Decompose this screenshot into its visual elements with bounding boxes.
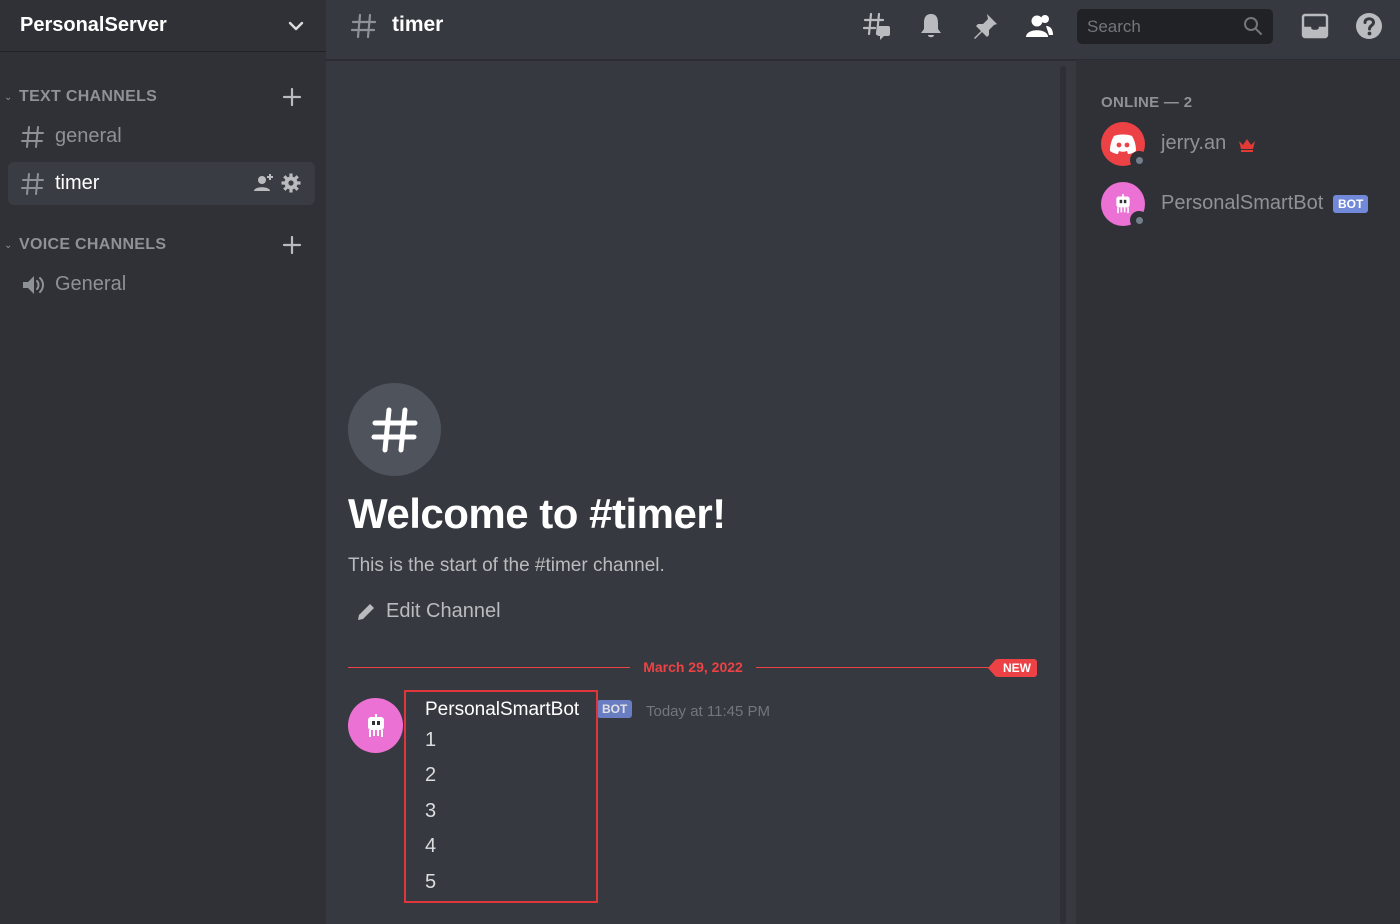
gear-icon[interactable] (280, 172, 302, 194)
member-item[interactable]: jerry.an (1101, 122, 1391, 169)
channel-label: general (55, 125, 122, 147)
member-group-heading: ONLINE — 2 (1101, 94, 1193, 111)
channel-welcome-icon (348, 383, 441, 476)
speaker-icon (23, 275, 44, 294)
status-indicator (1130, 151, 1148, 169)
member-name: PersonalSmartBot (1161, 192, 1324, 214)
search-icon (1244, 17, 1262, 35)
bot-tag: BOT (597, 700, 633, 718)
channel-label: timer (55, 172, 100, 194)
chat-scrollbar[interactable] (1060, 66, 1066, 924)
category-voice-channels[interactable]: ⌄ VOICE CHANNELS (0, 233, 326, 257)
channel-label: General (55, 273, 127, 295)
create-invite-icon[interactable] (253, 172, 275, 194)
hashtag-icon (350, 13, 377, 39)
chevron-down-icon[interactable] (286, 16, 306, 36)
new-messages-divider (756, 667, 990, 668)
hashtag-icon (371, 407, 417, 452)
message-timestamp: Today at 11:45 PM (646, 703, 770, 720)
threads-icon[interactable] (862, 11, 892, 41)
member-list-icon[interactable] (1024, 11, 1054, 41)
category-text-channels[interactable]: ⌄ TEXT CHANNELS (0, 85, 326, 109)
welcome-subtitle: This is the start of the #timer channel. (348, 555, 665, 576)
search-input[interactable]: Search (1077, 9, 1273, 44)
channel-general[interactable]: general (8, 115, 315, 158)
category-label: TEXT CHANNELS (19, 88, 158, 105)
category-label: VOICE CHANNELS (19, 236, 167, 253)
edit-channel-label: Edit Channel (386, 600, 501, 622)
hashtag-icon (21, 125, 44, 148)
help-icon[interactable] (1354, 11, 1384, 41)
channel-header: timer Search (326, 0, 1400, 60)
bell-icon[interactable] (916, 11, 946, 41)
edit-channel-button[interactable]: Edit Channel (356, 600, 501, 623)
channel-title: timer (392, 13, 444, 36)
highlight-annotation-box (404, 690, 598, 903)
member-item[interactable]: PersonalSmartBot BOT (1101, 182, 1391, 229)
divider-date: March 29, 2022 (630, 659, 756, 675)
bot-tag: BOT (1333, 195, 1369, 213)
channel-sidebar: PersonalServer ⌄ TEXT CHANNELS general t… (0, 0, 326, 924)
avatar[interactable] (348, 698, 403, 753)
server-header[interactable]: PersonalServer (0, 0, 326, 52)
voice-channel-general[interactable]: General (8, 263, 315, 306)
pin-icon[interactable] (970, 11, 1000, 41)
hashtag-icon (21, 172, 44, 195)
new-badge: NEW (995, 659, 1037, 677)
server-name: PersonalServer (20, 14, 167, 36)
member-name: jerry.an (1161, 132, 1227, 154)
pencil-icon (358, 603, 374, 620)
caret-down-icon: ⌄ (4, 91, 13, 103)
search-placeholder: Search (1087, 17, 1141, 36)
inbox-icon[interactable] (1300, 11, 1330, 41)
bot-face-icon (367, 713, 384, 737)
bot-face-icon (1116, 194, 1130, 214)
caret-down-icon: ⌄ (4, 239, 13, 251)
new-messages-divider (348, 667, 630, 668)
add-channel-icon[interactable] (281, 234, 303, 256)
crown-icon (1239, 139, 1255, 152)
channel-timer[interactable]: timer (8, 162, 315, 205)
welcome-title: Welcome to #timer! (348, 490, 726, 537)
status-indicator (1130, 211, 1148, 229)
add-channel-icon[interactable] (281, 86, 303, 108)
